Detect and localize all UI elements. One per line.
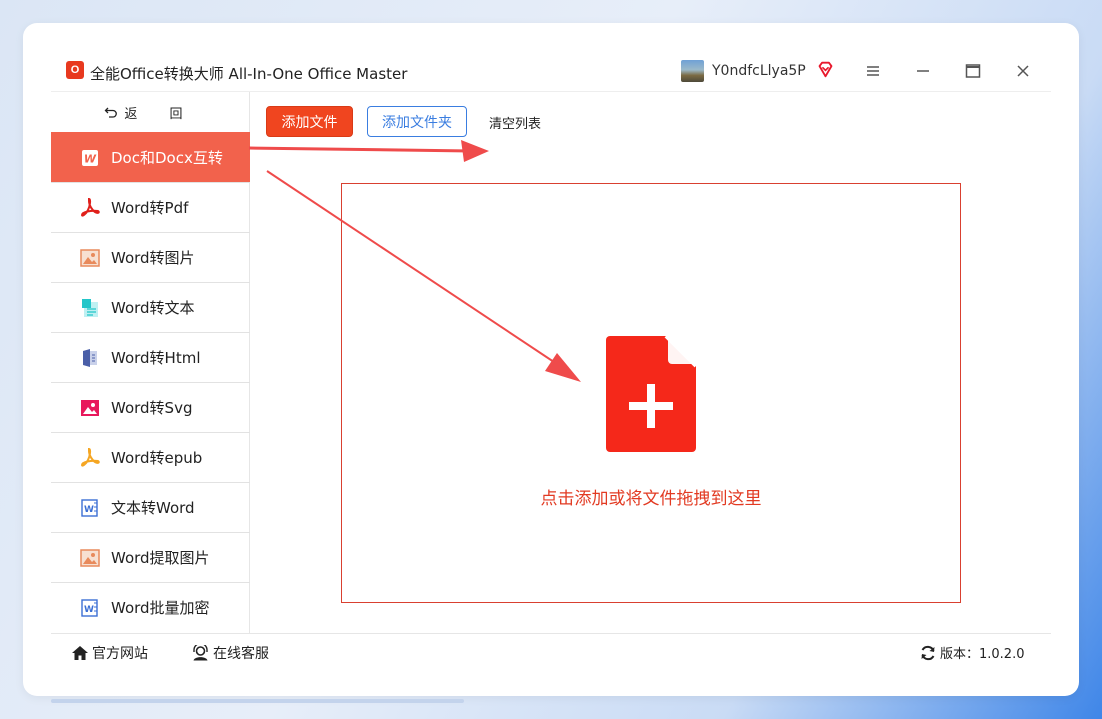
svg-text:W: W [84,152,97,165]
sidebar-item-text-word[interactable]: W 文本转Word [51,482,250,532]
word-lock-icon: W [79,597,101,619]
file-drop-zone[interactable]: 点击添加或将文件拖拽到这里 [341,183,961,603]
arrow-to-toolbar [248,140,489,162]
text-doc-icon [79,297,101,319]
sidebar-item-label: Word批量加密 [111,599,210,617]
svg-text:W: W [84,605,94,615]
version-info: 版本：1.0.2.0 [920,643,1024,662]
back-label: 返 回 [124,106,197,122]
online-service-link[interactable]: 在线客服 [192,643,269,663]
vip-diamond-icon[interactable] [817,61,834,78]
title-bar: O 全能Office转换大师 All-In-One Office Master … [51,52,1051,92]
version-label: 版本：1.0.2.0 [940,647,1025,662]
sidebar-item-word-text[interactable]: Word转文本 [51,282,250,332]
maximize-icon[interactable] [965,63,981,79]
app-window: O 全能Office转换大师 All-In-One Office Master … [51,52,1051,668]
app-logo-icon: O [66,61,84,79]
drop-zone-hint: 点击添加或将文件拖拽到这里 [540,489,762,509]
close-icon[interactable] [1016,64,1030,78]
footer-bar: 官方网站 在线客服 版本：1.0.2.0 [51,633,1051,668]
sidebar-item-word-svg[interactable]: Word转Svg [51,382,250,432]
sidebar-item-label: Word转Html [111,349,201,367]
sidebar-item-word-html[interactable]: Word转Html [51,332,250,382]
sidebar-item-word-image[interactable]: Word转图片 [51,232,250,282]
sidebar-item-word-epub[interactable]: Word转epub [51,432,250,482]
sidebar-item-doc-docx[interactable]: W Doc和Docx互转 [51,132,250,182]
html-icon [79,347,101,369]
back-button[interactable]: 返 回 [51,92,250,132]
home-icon [72,646,88,660]
sidebar-item-word-encrypt[interactable]: W Word批量加密 [51,582,250,632]
online-service-label: 在线客服 [213,646,269,662]
clear-list-button[interactable]: 清空列表 [489,113,541,132]
avatar[interactable] [681,60,704,82]
window-shadow-bar [51,699,464,703]
sidebar-item-label: Word转文本 [111,299,195,317]
official-site-link[interactable]: 官方网站 [71,643,148,663]
svg-image-icon [79,397,101,419]
sidebar-item-label: Word转图片 [111,249,195,267]
sidebar-item-label: 文本转Word [111,499,195,517]
sidebar: 返 回 W Doc和Docx互转 Word转Pdf Word转图片 Word转文… [51,92,250,633]
epub-icon [79,447,101,469]
sidebar-item-label: Word转epub [111,449,203,467]
official-site-label: 官方网站 [92,646,148,662]
customer-service-icon [193,645,208,661]
refresh-icon[interactable] [920,645,936,661]
menu-icon[interactable] [866,64,880,78]
sidebar-item-label: Word转Svg [111,399,193,417]
sidebar-item-label: Word转Pdf [111,199,189,217]
sidebar-item-word-pdf[interactable]: Word转Pdf [51,182,250,232]
username[interactable]: Y0ndfcLlya5P [712,63,806,79]
add-file-icon [606,336,696,452]
image-icon [79,247,101,269]
image-extract-icon [79,547,101,569]
add-file-button[interactable]: 添加文件 [266,106,353,137]
app-title: 全能Office转换大师 All-In-One Office Master [90,65,408,83]
word-icon: W [79,497,101,519]
word-doc-icon: W [79,147,101,169]
back-arrow-icon [105,107,118,118]
pdf-icon [79,197,101,219]
minimize-icon[interactable] [916,64,930,78]
sidebar-item-label: Word提取图片 [111,549,210,567]
add-folder-button[interactable]: 添加文件夹 [367,106,467,137]
sidebar-item-label: Doc和Docx互转 [111,149,223,167]
svg-text:W: W [84,505,94,515]
sidebar-item-word-extract-image[interactable]: Word提取图片 [51,532,250,582]
